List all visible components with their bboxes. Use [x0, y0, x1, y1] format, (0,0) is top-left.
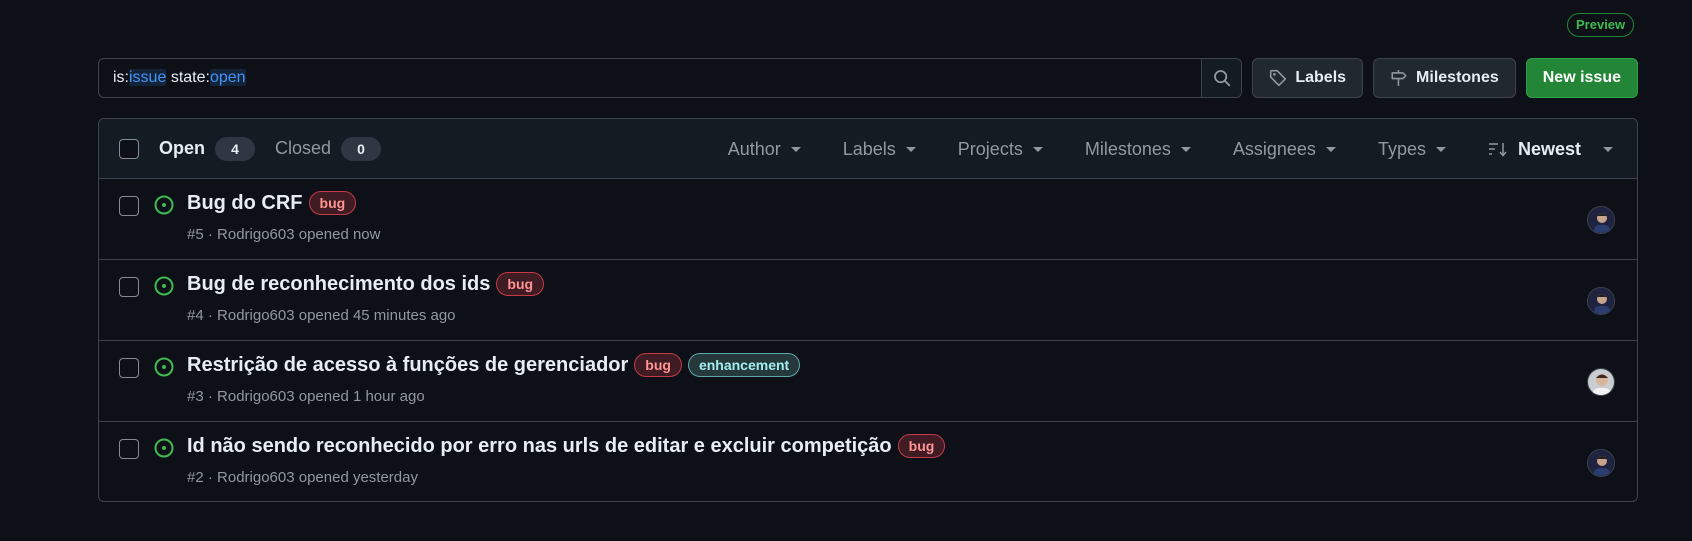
- issue-title-link[interactable]: Bug de reconhecimento dos ids: [187, 273, 490, 296]
- chevron-down-icon: [1325, 146, 1336, 152]
- assignee-avatar[interactable]: [1587, 449, 1615, 477]
- label-bug[interactable]: bug: [634, 353, 682, 377]
- filter-author[interactable]: Author: [728, 139, 801, 160]
- search-input[interactable]: is:issue state:open: [99, 59, 1201, 97]
- issue-opened-icon: [154, 438, 174, 458]
- issue-meta: #2 · Rodrigo603 opened yesterday: [187, 469, 418, 486]
- sort-dropdown[interactable]: Newest: [1488, 139, 1613, 160]
- filter-label: Assignees: [1232, 138, 1316, 159]
- filter-label: Projects: [957, 138, 1023, 159]
- issue-row[interactable]: Restrição de acesso à funções de gerenci…: [99, 341, 1637, 422]
- select-all-checkbox[interactable]: [119, 138, 139, 159]
- search-token-value: open: [209, 69, 246, 86]
- search-token-value: issue: [129, 69, 167, 86]
- milestones-button[interactable]: Milestones: [1373, 58, 1516, 98]
- issue-title-link[interactable]: Restrição de acesso à funções de gerenci…: [187, 354, 628, 377]
- label-bug[interactable]: bug: [308, 191, 357, 215]
- filter-labels[interactable]: Labels: [843, 139, 916, 160]
- issue-row[interactable]: Bug de reconhecimento dos ids bug #4 · R…: [99, 260, 1637, 341]
- open-tab-label: Open: [159, 138, 206, 158]
- tag-icon: [1270, 69, 1287, 87]
- filter-projects[interactable]: Projects: [958, 139, 1043, 160]
- issue-opened-icon: [154, 195, 174, 215]
- issue-meta: #3 · Rodrigo603 opened 1 hour ago: [187, 388, 425, 405]
- sort-label: Newest: [1517, 138, 1581, 159]
- filter-label: Labels: [842, 138, 896, 159]
- label-bug[interactable]: bug: [897, 434, 946, 458]
- issue-title-line: Id não sendo reconhecido por erro nas ur…: [187, 434, 946, 458]
- sort-icon: [1488, 143, 1507, 157]
- new-issue-button[interactable]: New issue: [1525, 58, 1638, 98]
- closed-count-badge: 0: [341, 136, 382, 161]
- search-icon: [1213, 70, 1231, 87]
- issue-checkbox[interactable]: [119, 358, 139, 378]
- chevron-down-icon: [1032, 146, 1043, 152]
- issues-list-header: Open 4 Closed 0 Author Labels Projects M…: [99, 119, 1637, 179]
- chevron-down-icon: [905, 146, 916, 152]
- issue-opened-icon: [154, 276, 174, 296]
- chevron-down-icon: [790, 146, 801, 152]
- preview-badge[interactable]: Preview: [1567, 13, 1635, 37]
- issue-row[interactable]: Bug do CRF bug #5 · Rodrigo603 opened no…: [99, 179, 1637, 260]
- issue-meta: #4 · Rodrigo603 opened 45 minutes ago: [187, 307, 456, 324]
- issue-rows: Bug do CRF bug #5 · Rodrigo603 opened no…: [99, 179, 1637, 501]
- chevron-down-icon: [1435, 146, 1446, 152]
- filter-types[interactable]: Types: [1378, 139, 1446, 160]
- search-box[interactable]: is:issue state:open: [98, 58, 1243, 98]
- issue-filters: Author Labels Projects Milestones Assign…: [686, 119, 1613, 179]
- closed-tab-label: Closed: [275, 138, 332, 158]
- issue-checkbox[interactable]: [119, 196, 139, 216]
- issue-meta: #5 · Rodrigo603 opened now: [187, 226, 381, 243]
- issue-title-line: Bug de reconhecimento dos ids bug: [187, 272, 545, 296]
- issue-checkbox[interactable]: [119, 277, 139, 297]
- issue-title-line: Restrição de acesso à funções de gerenci…: [187, 353, 801, 377]
- search-token-key: state:: [170, 69, 210, 86]
- new-issue-button-label: New issue: [1542, 69, 1621, 86]
- issue-opened-icon: [154, 357, 174, 377]
- assignee-avatar[interactable]: [1587, 287, 1615, 315]
- labels-button-label: Labels: [1295, 69, 1347, 86]
- search-token-key: is:: [113, 69, 129, 86]
- open-issues-tab[interactable]: Open 4: [159, 136, 256, 161]
- issues-toolbar: is:issue state:open Labels Milestones Ne…: [98, 58, 1638, 98]
- chevron-down-icon: [1180, 146, 1191, 152]
- filter-label: Author: [727, 138, 781, 159]
- label-enhancement[interactable]: enhancement: [687, 353, 801, 377]
- search-button[interactable]: [1201, 59, 1242, 97]
- labels-button[interactable]: Labels: [1252, 58, 1364, 98]
- issue-title-link[interactable]: Id não sendo reconhecido por erro nas ur…: [187, 435, 892, 458]
- assignee-avatar[interactable]: [1587, 206, 1615, 234]
- chevron-down-icon: [1603, 146, 1613, 152]
- filter-milestones[interactable]: Milestones: [1085, 139, 1191, 160]
- filter-label: Types: [1377, 138, 1426, 159]
- issue-checkbox[interactable]: [119, 439, 139, 459]
- closed-issues-tab[interactable]: Closed 0: [275, 136, 382, 161]
- filter-label: Milestones: [1084, 138, 1171, 159]
- issue-title-link[interactable]: Bug do CRF: [187, 192, 303, 215]
- milestone-icon: [1391, 70, 1407, 86]
- milestones-button-label: Milestones: [1416, 69, 1499, 86]
- open-count-badge: 4: [215, 136, 256, 161]
- filter-assignees[interactable]: Assignees: [1233, 139, 1336, 160]
- issue-title-line: Bug do CRF bug: [187, 191, 357, 215]
- issues-list: Open 4 Closed 0 Author Labels Projects M…: [98, 118, 1638, 502]
- issue-row[interactable]: Id não sendo reconhecido por erro nas ur…: [99, 422, 1637, 501]
- label-bug[interactable]: bug: [496, 272, 545, 296]
- assignee-avatar[interactable]: [1587, 368, 1615, 396]
